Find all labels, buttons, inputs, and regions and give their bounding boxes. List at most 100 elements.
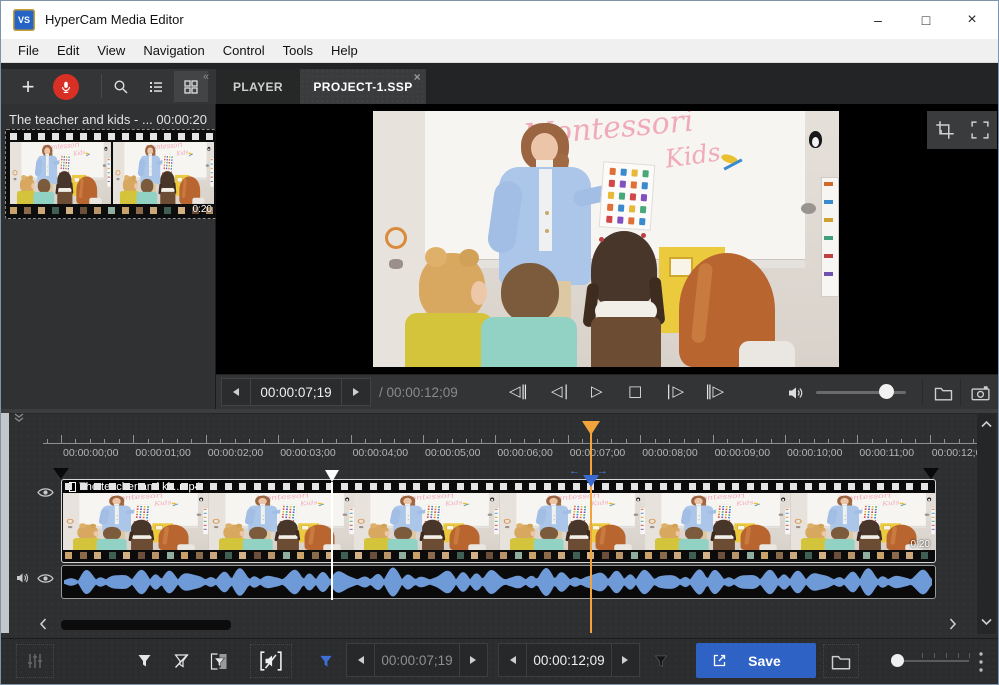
current-time-display[interactable]: 00:00:07;19 xyxy=(250,379,343,405)
menu-navigation[interactable]: Navigation xyxy=(134,43,213,58)
ruler-label: 00:00:07;00 xyxy=(570,447,625,459)
clear-filter-button[interactable] xyxy=(164,644,199,678)
menu-help[interactable]: Help xyxy=(322,43,367,58)
scroll-left-icon[interactable] xyxy=(39,618,47,630)
alphabet-letter xyxy=(729,511,731,513)
alphabet-sheet xyxy=(162,154,174,171)
range-end-back-button[interactable] xyxy=(499,644,526,676)
zoom-tick xyxy=(934,653,935,658)
collapse-panel-icon[interactable]: « xyxy=(203,71,209,83)
film-perforation xyxy=(152,552,159,559)
tab-project[interactable]: PROJECT-1.SSP × xyxy=(300,69,426,104)
crop-icon[interactable] xyxy=(935,120,955,140)
range-start-display[interactable]: 00:00:07;19 xyxy=(374,644,461,676)
alphabet-letter xyxy=(68,165,69,167)
film-perforation xyxy=(196,483,203,490)
media-item-thumbnail[interactable]: MontessoriKidsMontessoriKids 0:20 xyxy=(5,129,217,219)
range-start-forward-button[interactable] xyxy=(460,644,487,676)
step-forward-button[interactable]: ∣▷ xyxy=(665,382,684,400)
range-end-display[interactable]: 00:00:12;09 xyxy=(526,644,613,676)
search-button[interactable] xyxy=(104,71,138,102)
time-step-back-button[interactable] xyxy=(222,379,250,405)
ruler-label: 00:00:06;00 xyxy=(497,447,552,459)
horizontal-scrollbar-thumb[interactable] xyxy=(61,620,231,630)
search-icon xyxy=(113,79,129,95)
menu-file[interactable]: File xyxy=(9,43,48,58)
time-step-forward-button[interactable] xyxy=(342,379,370,405)
add-media-button[interactable]: + xyxy=(11,71,45,102)
alphabet-letter xyxy=(427,511,429,513)
range-apply-filter-icon[interactable] xyxy=(646,644,676,678)
film-perforation xyxy=(181,483,188,490)
filter-selection-button[interactable] xyxy=(201,644,236,678)
stop-button[interactable]: □ xyxy=(628,382,642,400)
range-filter-icon[interactable] xyxy=(311,644,341,678)
go-to-start-button[interactable]: ◁∥ xyxy=(509,382,528,400)
snapshot-button[interactable] xyxy=(965,380,995,405)
timeline-audio-clip[interactable] xyxy=(61,565,936,599)
trim-handle[interactable] xyxy=(583,475,599,487)
save-button[interactable]: Save xyxy=(696,643,816,678)
menu-tools[interactable]: Tools xyxy=(274,43,322,58)
scroll-up-icon[interactable] xyxy=(981,420,992,428)
more-options-button[interactable] xyxy=(978,651,984,673)
minimize-button[interactable]: – xyxy=(863,7,893,33)
timeline-ruler[interactable]: 00:00:00;0000:00:01;0000:00:02;0000:00:0… xyxy=(1,409,979,465)
go-to-end-button[interactable]: ∥▷ xyxy=(705,382,724,400)
list-view-button[interactable] xyxy=(139,71,173,102)
playhead-line[interactable] xyxy=(590,421,592,633)
film-perforation xyxy=(355,483,362,490)
alphabet-letter xyxy=(719,508,721,510)
open-folder-button[interactable] xyxy=(928,380,958,405)
timeline-video-clip[interactable]: The teacher and ki...mp4 0:20 Montessori… xyxy=(61,479,936,563)
alphabet-letter xyxy=(618,204,624,211)
record-button[interactable] xyxy=(49,71,83,102)
film-perforation xyxy=(66,207,73,214)
trim-left-arrow-icon[interactable]: ← xyxy=(569,465,580,477)
clip-end-marker[interactable] xyxy=(923,468,939,479)
timeline-zoom-slider[interactable] xyxy=(894,660,969,662)
filter-button[interactable] xyxy=(127,644,162,678)
range-end-forward-button[interactable] xyxy=(612,644,639,676)
ruler-tick xyxy=(669,439,670,443)
poster-mark xyxy=(640,525,643,526)
volume-icon[interactable] xyxy=(781,380,811,405)
volume-slider-thumb[interactable] xyxy=(879,384,894,399)
video-track-visibility-icon[interactable] xyxy=(37,486,54,499)
fullscreen-icon[interactable] xyxy=(971,121,989,139)
ruler-tick xyxy=(973,439,974,443)
film-perforation xyxy=(80,133,87,140)
menu-view[interactable]: View xyxy=(88,43,134,58)
tab-close-icon[interactable]: × xyxy=(414,71,421,83)
output-folder-button[interactable] xyxy=(823,644,859,678)
timeline-zoom-thumb[interactable] xyxy=(891,654,904,667)
scroll-right-icon[interactable] xyxy=(949,618,957,630)
scroll-down-icon[interactable] xyxy=(981,618,992,626)
zoom-tick xyxy=(958,653,959,658)
media-item-title[interactable]: The teacher and kids - ... xyxy=(9,112,159,127)
film-perforation xyxy=(283,483,290,490)
mixer-button[interactable] xyxy=(16,644,54,678)
range-start-back-button[interactable] xyxy=(347,644,374,676)
kid1-face xyxy=(31,183,34,189)
film-perforation xyxy=(413,552,420,559)
alphabet-letter xyxy=(167,156,168,158)
video-preview[interactable]: MontessoriKids xyxy=(373,111,839,367)
playhead-handle[interactable] xyxy=(582,421,600,435)
vertical-scrollbar[interactable] xyxy=(977,414,996,634)
tab-player[interactable]: PLAYER xyxy=(216,69,300,104)
clip-start-marker[interactable] xyxy=(53,468,69,479)
edit-point-marker[interactable] xyxy=(325,470,339,482)
play-button[interactable]: ▷ xyxy=(591,382,603,400)
kid1-curl2 xyxy=(672,524,678,528)
maximize-button[interactable]: □ xyxy=(911,7,941,33)
film-perforation xyxy=(94,483,101,490)
audio-track-mute-icon[interactable] xyxy=(15,571,31,585)
step-back-button[interactable]: ◁∣ xyxy=(551,382,570,400)
close-button[interactable]: × xyxy=(957,7,987,33)
cardigan-button-1 xyxy=(553,515,554,516)
audio-track-visibility-icon[interactable] xyxy=(37,572,54,585)
mute-selection-button[interactable] xyxy=(250,644,292,678)
menu-edit[interactable]: Edit xyxy=(48,43,88,58)
menu-control[interactable]: Control xyxy=(214,43,274,58)
